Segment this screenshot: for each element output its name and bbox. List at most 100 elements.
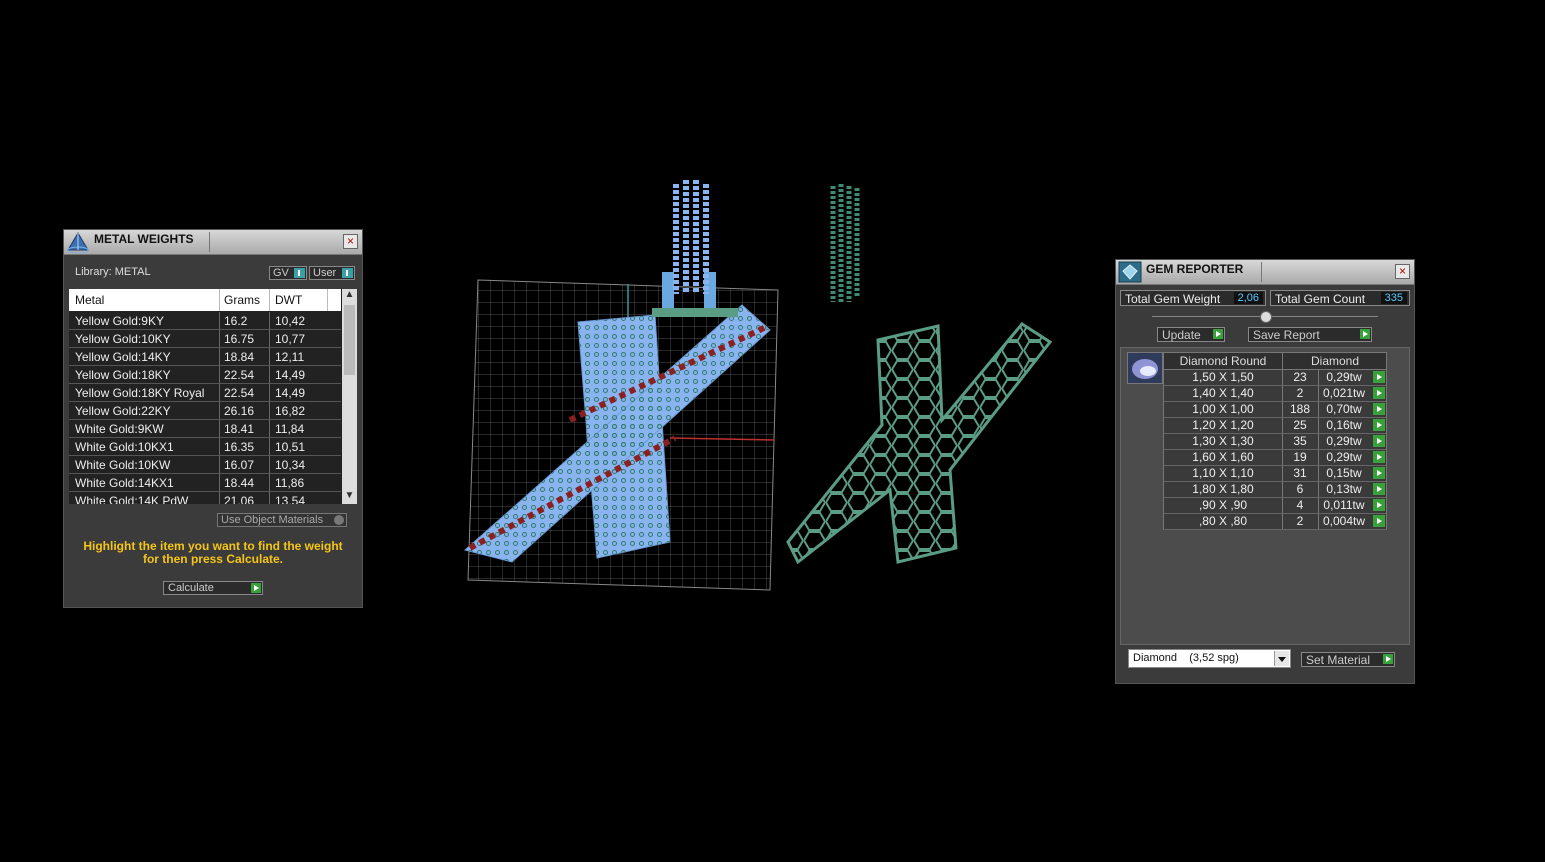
set-material-button[interactable]: Set Material: [1301, 652, 1395, 667]
table-row[interactable]: 1,30 X 1,30 35 0,29tw: [1163, 434, 1387, 450]
metal-name: White Gold:9KW: [75, 422, 164, 436]
diamond-round-icon[interactable]: [1127, 352, 1163, 384]
play-arrow-icon[interactable]: [1373, 483, 1385, 495]
gem-count: 25: [1293, 418, 1307, 432]
play-arrow-icon[interactable]: [1373, 467, 1385, 479]
play-arrow-icon: [251, 583, 261, 593]
table-row[interactable]: 1,60 X 1,60 19 0,29tw: [1163, 450, 1387, 466]
play-arrow-icon[interactable]: [1373, 371, 1385, 383]
metal-grams: 18.41: [224, 422, 255, 436]
metal-grams: 21.06: [224, 494, 255, 504]
play-arrow-icon[interactable]: [1373, 387, 1385, 399]
col-grams[interactable]: Grams: [224, 293, 260, 307]
close-icon[interactable]: ×: [343, 234, 358, 249]
gem-count: 23: [1293, 370, 1307, 384]
gem-size: 1,10 X 1,10: [1192, 466, 1254, 480]
scroll-down-icon[interactable]: ▼: [342, 490, 357, 504]
gem-table-body: 1,50 X 1,50 23 0,29tw 1,40 X 1,40 2 0,021tw 1,…: [1163, 370, 1387, 530]
play-arrow-icon[interactable]: [1373, 419, 1385, 431]
gem-weight: 0,15tw: [1326, 466, 1362, 480]
gem-reporter-logo-icon: [1118, 261, 1142, 283]
gem-count: 31: [1293, 466, 1307, 480]
total-gem-weight: Total Gem Weight 2,06: [1120, 290, 1266, 306]
toggle-indicator-icon: [342, 268, 353, 278]
table-row[interactable]: White Gold:14KX1 18.44 11,86: [69, 474, 341, 492]
play-arrow-icon[interactable]: [1373, 451, 1385, 463]
gem-count: 19: [1293, 450, 1307, 464]
scroll-thumb[interactable]: [344, 305, 355, 375]
gem-count: 4: [1296, 498, 1304, 512]
calculate-button[interactable]: Calculate: [163, 581, 263, 595]
metal-grams: 16.2: [224, 314, 248, 328]
metal-dwt: 16,82: [275, 404, 306, 418]
gem-reporter-titlebar[interactable]: GEM REPORTER ×: [1116, 260, 1414, 285]
table-row[interactable]: Yellow Gold:10KY 16.75 10,77: [69, 330, 341, 348]
chevron-down-icon[interactable]: [1274, 651, 1289, 666]
metal-table[interactable]: Metal Grams DWT Yellow Gold:9KY 16.2 10,42…: [69, 289, 357, 504]
save-report-button[interactable]: Save Report: [1248, 327, 1372, 342]
metal-dwt: 14,49: [275, 368, 306, 382]
gem-count: 35: [1293, 434, 1307, 448]
table-row[interactable]: Yellow Gold:22KY 26.16 16,82: [69, 402, 341, 420]
metal-grams: 16.75: [224, 332, 255, 346]
gem-size: 1,40 X 1,40: [1192, 386, 1254, 400]
metal-grams: 18.44: [224, 476, 255, 490]
gv-toggle[interactable]: GV: [269, 266, 307, 280]
table-row[interactable]: 1,40 X 1,40 2 0,021tw: [1163, 386, 1387, 402]
table-row[interactable]: 1,00 X 1,00 188 0,70tw: [1163, 402, 1387, 418]
panel-slider[interactable]: [1152, 311, 1378, 323]
material-select[interactable]: Diamond (3,52 spg): [1128, 649, 1291, 668]
radio-icon: [334, 515, 344, 525]
table-row[interactable]: Yellow Gold:18KY Royal 22.54 14,49: [69, 384, 341, 402]
table-row[interactable]: 1,50 X 1,50 23 0,29tw: [1163, 370, 1387, 386]
col-dwt[interactable]: DWT: [275, 293, 302, 307]
metal-table-scrollbar[interactable]: ▲ ▼: [342, 289, 357, 504]
metal-weights-titlebar[interactable]: METAL WEIGHTS ×: [64, 230, 362, 255]
gem-size: 1,20 X 1,20: [1192, 418, 1254, 432]
table-row[interactable]: 1,10 X 1,10 31 0,15tw: [1163, 466, 1387, 482]
total-gem-count: Total Gem Count 335: [1270, 290, 1410, 306]
use-object-materials-toggle[interactable]: Use Object Materials: [217, 513, 347, 527]
user-toggle[interactable]: User: [309, 266, 355, 280]
table-row[interactable]: Yellow Gold:14KY 18.84 12,11: [69, 348, 341, 366]
metal-dwt: 12,11: [275, 350, 305, 364]
table-row[interactable]: White Gold:14K PdW 21.06 13,54: [69, 492, 341, 504]
metal-name: Yellow Gold:18KY Royal: [75, 386, 205, 400]
play-arrow-icon[interactable]: [1373, 403, 1385, 415]
bail-model: [830, 184, 860, 304]
table-row[interactable]: Yellow Gold:9KY 16.2 10,42: [69, 312, 341, 330]
table-row[interactable]: 1,80 X 1,80 6 0,13tw: [1163, 482, 1387, 498]
instruction-text: Highlight the item you want to find the …: [83, 539, 343, 566]
table-row[interactable]: White Gold:10KW 16.07 10,34: [69, 456, 341, 474]
metal-name: Yellow Gold:10KY: [75, 332, 171, 346]
table-row[interactable]: ,80 X ,80 2 0,004tw: [1163, 514, 1387, 530]
metal-dwt: 14,49: [275, 386, 306, 400]
hex-x-model: [786, 322, 1053, 565]
gem-size: 1,50 X 1,50: [1192, 370, 1254, 384]
table-row[interactable]: 1,20 X 1,20 25 0,16tw: [1163, 418, 1387, 434]
table-row[interactable]: White Gold:10KX1 16.35 10,51: [69, 438, 341, 456]
table-row[interactable]: ,90 X ,90 4 0,011tw: [1163, 498, 1387, 514]
slider-knob[interactable]: [1260, 311, 1272, 323]
play-arrow-icon[interactable]: [1373, 515, 1385, 527]
table-row[interactable]: White Gold:9KW 18.41 11,84: [69, 420, 341, 438]
gem-weight: 0,011tw: [1323, 498, 1365, 512]
metal-name: Yellow Gold:18KY: [75, 368, 171, 382]
metal-dwt: 11,84: [275, 422, 305, 436]
close-icon[interactable]: ×: [1395, 264, 1410, 279]
gem-weight: 0,004tw: [1322, 514, 1366, 528]
metal-name: White Gold:10KW: [75, 458, 171, 472]
play-arrow-icon[interactable]: [1373, 435, 1385, 447]
gem-weight: 0,021tw: [1322, 386, 1366, 400]
col-metal[interactable]: Metal: [75, 293, 104, 307]
3d-viewport[interactable]: [430, 170, 1090, 610]
table-row[interactable]: Yellow Gold:18KY 22.54 14,49: [69, 366, 341, 384]
col-shape: Diamond Round: [1179, 354, 1267, 368]
update-button[interactable]: Update: [1157, 327, 1225, 342]
scroll-up-icon[interactable]: ▲: [342, 289, 357, 303]
play-arrow-icon[interactable]: [1373, 499, 1385, 511]
play-arrow-icon: [1360, 329, 1370, 339]
metal-dwt: 13,54: [275, 494, 306, 504]
gem-weight: 0,70tw: [1326, 402, 1362, 416]
metal-name: Yellow Gold:9KY: [75, 314, 164, 328]
